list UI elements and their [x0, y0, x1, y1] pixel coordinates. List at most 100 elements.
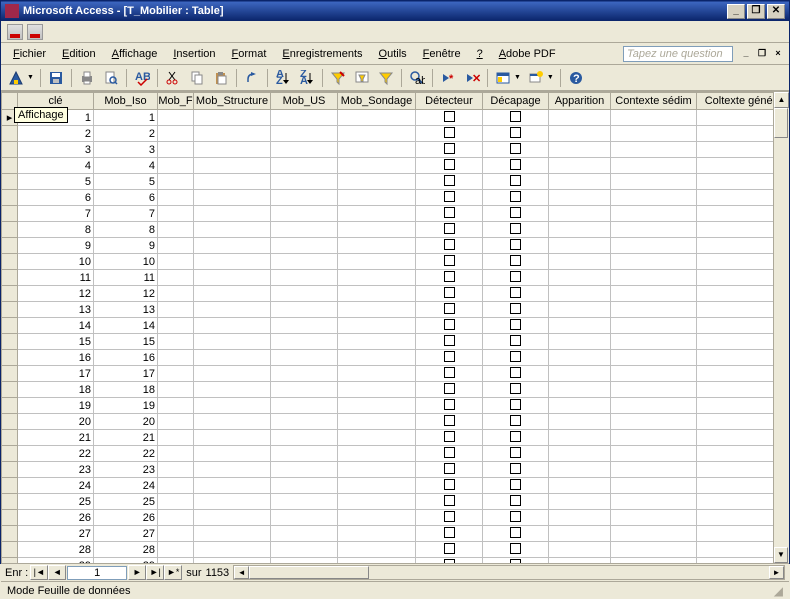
- table-row[interactable]: 2828: [2, 542, 785, 558]
- cell[interactable]: [697, 318, 785, 334]
- table-row[interactable]: 1414: [2, 318, 785, 334]
- cell[interactable]: [158, 446, 194, 462]
- row-selector[interactable]: [2, 318, 18, 334]
- cell[interactable]: [338, 286, 416, 302]
- cell[interactable]: [271, 382, 338, 398]
- cell[interactable]: 19: [18, 398, 94, 414]
- cell[interactable]: 23: [18, 462, 94, 478]
- cell[interactable]: [611, 334, 697, 350]
- row-selector[interactable]: [2, 270, 18, 286]
- cell[interactable]: [158, 110, 194, 126]
- scroll-up-button[interactable]: ▲: [774, 92, 789, 108]
- cell[interactable]: [483, 462, 549, 478]
- cell[interactable]: 28: [94, 542, 158, 558]
- row-selector[interactable]: [2, 174, 18, 190]
- cell[interactable]: [416, 398, 483, 414]
- checkbox[interactable]: [510, 399, 521, 410]
- nav-prev-button[interactable]: ◄: [48, 565, 66, 580]
- cell[interactable]: [416, 190, 483, 206]
- cell[interactable]: 4: [94, 158, 158, 174]
- cell[interactable]: [416, 462, 483, 478]
- table-row[interactable]: 2323: [2, 462, 785, 478]
- view-dropdown-arrow[interactable]: ▼: [27, 74, 34, 81]
- data-table[interactable]: cléMob_IsoMob_FMob_StructureMob_USMob_So…: [1, 92, 785, 563]
- column-header-10[interactable]: Coltexte génér: [697, 93, 785, 110]
- cell[interactable]: [416, 206, 483, 222]
- close-button[interactable]: ✕: [767, 4, 785, 19]
- cell[interactable]: 5: [18, 174, 94, 190]
- checkbox[interactable]: [444, 271, 455, 282]
- cell[interactable]: [158, 510, 194, 526]
- cell[interactable]: 8: [18, 222, 94, 238]
- row-selector[interactable]: [2, 414, 18, 430]
- cell[interactable]: [416, 526, 483, 542]
- cell[interactable]: [194, 270, 271, 286]
- cell[interactable]: [158, 350, 194, 366]
- table-row[interactable]: 2121: [2, 430, 785, 446]
- row-selector[interactable]: [2, 526, 18, 542]
- table-row[interactable]: 1111: [2, 270, 785, 286]
- checkbox[interactable]: [510, 255, 521, 266]
- checkbox[interactable]: [510, 207, 521, 218]
- cell[interactable]: [483, 174, 549, 190]
- cell[interactable]: [483, 190, 549, 206]
- new-dropdown-arrow[interactable]: ▼: [547, 74, 554, 81]
- cut-button[interactable]: [162, 67, 184, 89]
- row-selector[interactable]: [2, 430, 18, 446]
- cell[interactable]: [416, 494, 483, 510]
- cell[interactable]: [697, 286, 785, 302]
- cell[interactable]: 22: [94, 446, 158, 462]
- cell[interactable]: 17: [18, 366, 94, 382]
- column-header-3[interactable]: Mob_Structure: [194, 93, 271, 110]
- cell[interactable]: [338, 302, 416, 318]
- horizontal-scrollbar[interactable]: ◄ ►: [233, 565, 785, 580]
- cell[interactable]: 9: [18, 238, 94, 254]
- menu-enregistrements[interactable]: Enregistrements: [274, 46, 370, 62]
- cell[interactable]: [158, 190, 194, 206]
- cell[interactable]: [338, 142, 416, 158]
- cell[interactable]: [611, 270, 697, 286]
- cell[interactable]: [194, 126, 271, 142]
- row-selector[interactable]: [2, 206, 18, 222]
- child-restore-button[interactable]: ❐: [755, 47, 769, 61]
- checkbox[interactable]: [444, 255, 455, 266]
- cell[interactable]: [697, 110, 785, 126]
- row-selector[interactable]: [2, 494, 18, 510]
- save-button[interactable]: [45, 67, 67, 89]
- checkbox[interactable]: [510, 367, 521, 378]
- cell[interactable]: [338, 398, 416, 414]
- menu-insertion[interactable]: Insertion: [165, 46, 223, 62]
- checkbox[interactable]: [510, 159, 521, 170]
- cell[interactable]: [271, 526, 338, 542]
- cell[interactable]: 7: [18, 206, 94, 222]
- checkbox[interactable]: [444, 159, 455, 170]
- cell[interactable]: [271, 318, 338, 334]
- cell[interactable]: [611, 382, 697, 398]
- table-row[interactable]: 33: [2, 142, 785, 158]
- cell[interactable]: [549, 526, 611, 542]
- row-selector[interactable]: [2, 446, 18, 462]
- cell[interactable]: [483, 542, 549, 558]
- filter-form-button[interactable]: [351, 67, 373, 89]
- table-row[interactable]: 66: [2, 190, 785, 206]
- cell[interactable]: [416, 142, 483, 158]
- table-row[interactable]: 2626: [2, 510, 785, 526]
- cell[interactable]: [271, 334, 338, 350]
- table-row[interactable]: 2424: [2, 478, 785, 494]
- cell[interactable]: [611, 318, 697, 334]
- checkbox[interactable]: [510, 415, 521, 426]
- cell[interactable]: [158, 142, 194, 158]
- column-header-8[interactable]: Apparition: [549, 93, 611, 110]
- cell[interactable]: [271, 206, 338, 222]
- checkbox[interactable]: [510, 431, 521, 442]
- cell[interactable]: [483, 110, 549, 126]
- child-minimize-button[interactable]: _: [739, 47, 753, 61]
- cell[interactable]: 12: [94, 286, 158, 302]
- checkbox[interactable]: [510, 287, 521, 298]
- ask-question-box[interactable]: Tapez une question: [623, 46, 733, 62]
- cell[interactable]: [194, 142, 271, 158]
- cell[interactable]: [697, 542, 785, 558]
- cell[interactable]: [611, 286, 697, 302]
- table-row[interactable]: 1919: [2, 398, 785, 414]
- cell[interactable]: [338, 446, 416, 462]
